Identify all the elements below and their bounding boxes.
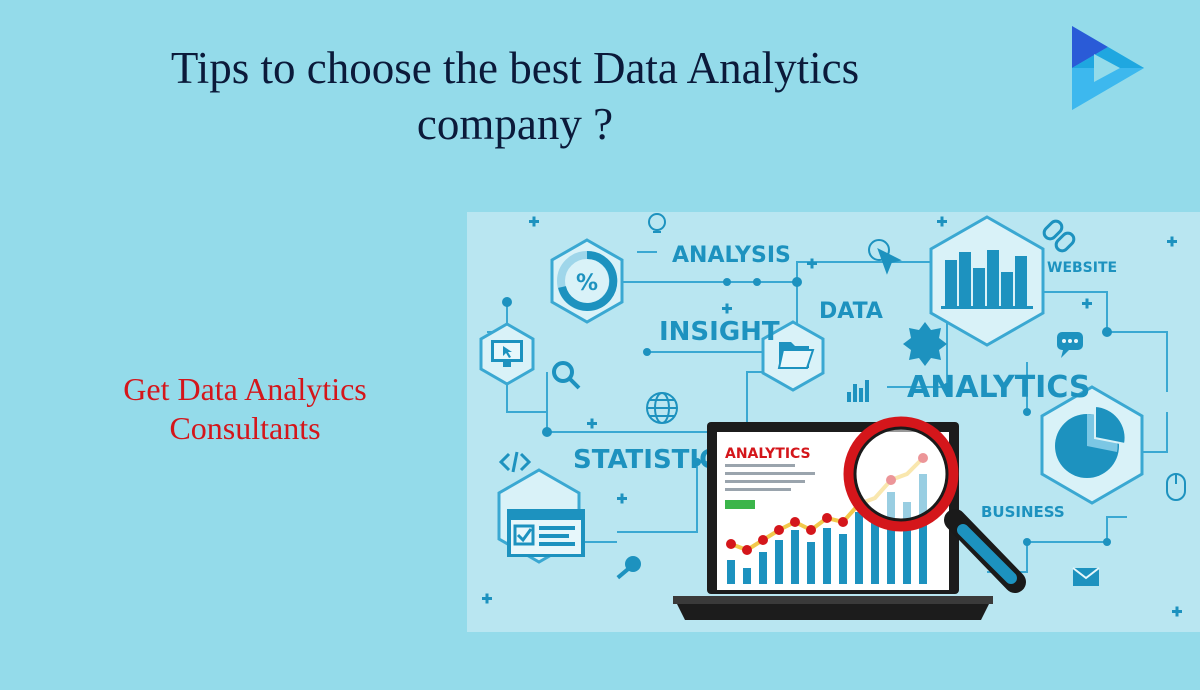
- analysis-label: ANALYSIS: [672, 243, 791, 268]
- award-badge-icon: [903, 322, 947, 366]
- screen-title: ANALYTICS: [725, 446, 811, 462]
- link-icon: [1042, 219, 1076, 253]
- mouse-icon: [1166, 473, 1186, 501]
- analytics-illustration: % ANALYSIS DATA INSIGHT ANALYTICS STATIS…: [467, 212, 1200, 632]
- page-title: Tips to choose the best Data Analytics c…: [110, 40, 920, 152]
- checklist-form-icon: [497, 468, 585, 564]
- click-cursor-icon: [868, 239, 902, 275]
- percent-gauge-icon: %: [550, 238, 624, 324]
- play-logo-icon[interactable]: [1068, 16, 1148, 120]
- key-icon: [616, 556, 641, 580]
- svg-text:%: %: [576, 271, 598, 296]
- monitor-cursor-icon: [479, 322, 535, 386]
- consultants-link[interactable]: Get Data Analytics Consultants: [90, 370, 400, 448]
- search-icon: [552, 361, 581, 390]
- cta-line-2: Consultants: [169, 410, 321, 446]
- title-line-1: Tips to choose the best Data Analytics: [170, 43, 860, 93]
- title-line-2: company ?: [416, 99, 614, 149]
- globe-icon: [646, 392, 678, 424]
- analytics-label: ANALYTICS: [907, 370, 1091, 405]
- insight-label: INSIGHT: [659, 317, 780, 347]
- data-label: DATA: [819, 299, 883, 324]
- business-label: BUSINESS: [981, 503, 1065, 521]
- envelope-icon: [1072, 567, 1100, 586]
- code-icon: [498, 451, 532, 473]
- bar-chart-icon: [847, 380, 869, 402]
- lightbulb-icon: [648, 213, 666, 233]
- chat-bubble-icon: [1057, 332, 1083, 358]
- cta-line-1: Get Data Analytics: [123, 371, 367, 407]
- website-label: WEBSITE: [1047, 260, 1117, 276]
